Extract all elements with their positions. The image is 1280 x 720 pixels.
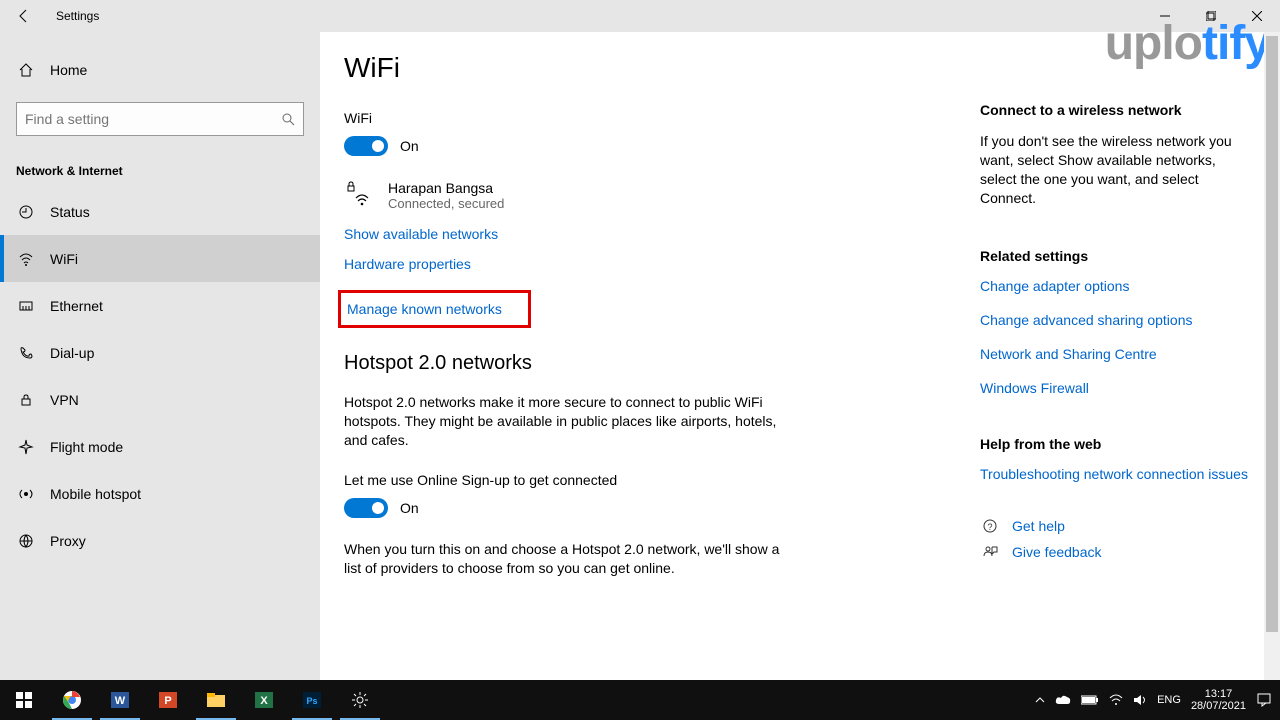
sidebar-item-label: WiFi [50,251,78,267]
sidebar-item-label: VPN [50,392,79,408]
link-windows-firewall[interactable]: Windows Firewall [980,380,1254,396]
online-signup-toggle[interactable] [344,498,388,518]
link-sharing-options[interactable]: Change advanced sharing options [980,312,1254,328]
sidebar-item-label: Dial-up [50,345,94,361]
get-help-row[interactable]: ? Get help [980,518,1254,534]
link-hardware-properties[interactable]: Hardware properties [344,256,980,272]
wifi-label: WiFi [344,110,980,126]
connect-heading: Connect to a wireless network [980,102,1254,118]
online-signup-label: Let me use Online Sign-up to get connect… [344,472,980,488]
connected-network[interactable]: Harapan Bangsa Connected, secured [344,178,980,212]
sidebar-item-vpn[interactable]: VPN [0,376,320,423]
link-manage-known-networks[interactable]: Manage known networks [338,290,531,328]
ethernet-icon [16,298,36,314]
sidebar: Home Network & Internet Status WiFi Ethe… [0,32,320,680]
tray-battery-icon[interactable] [1081,695,1099,705]
feedback-icon [980,544,1000,560]
give-feedback-label: Give feedback [1012,544,1102,560]
search-field[interactable] [25,111,281,127]
taskbar: W P X Ps ENG 13:17 28/07/2021 [0,680,1280,720]
help-icon: ? [980,518,1000,534]
link-show-networks[interactable]: Show available networks [344,226,980,242]
taskbar-excel[interactable]: X [240,680,288,720]
svg-text:X: X [260,695,268,707]
taskbar-explorer[interactable] [192,680,240,720]
sidebar-item-status[interactable]: Status [0,188,320,235]
svg-text:W: W [115,695,126,707]
page-title: WiFi [344,52,980,84]
get-help-label: Get help [1012,518,1065,534]
status-icon [16,204,36,220]
sidebar-item-flightmode[interactable]: Flight mode [0,423,320,470]
home-icon [16,62,36,78]
scrollbar[interactable] [1264,32,1280,680]
titlebar: Settings [0,0,1280,32]
sidebar-item-label: Proxy [50,533,86,549]
svg-text:?: ? [987,522,992,532]
taskbar-photoshop[interactable]: Ps [288,680,336,720]
right-panel: Connect to a wireless network If you don… [980,32,1270,680]
tray-language[interactable]: ENG [1157,694,1181,706]
link-troubleshoot[interactable]: Troubleshooting network connection issue… [980,466,1254,482]
sidebar-item-ethernet[interactable]: Ethernet [0,282,320,329]
sidebar-item-proxy[interactable]: Proxy [0,517,320,564]
svg-text:P: P [164,695,171,707]
taskbar-chrome[interactable] [48,680,96,720]
wifi-secured-icon [344,178,378,212]
tray-chevron-icon[interactable] [1035,695,1045,705]
tray-volume-icon[interactable] [1133,694,1147,706]
network-status: Connected, secured [388,196,504,211]
give-feedback-row[interactable]: Give feedback [980,544,1254,560]
main-content: WiFi WiFi On Harapan Bangsa Conne [320,32,980,680]
online-signup-description: When you turn this on and choose a Hotsp… [344,540,784,578]
tray-clock[interactable]: 13:17 28/07/2021 [1191,688,1246,712]
start-button[interactable] [0,680,48,720]
airplane-icon [16,439,36,455]
sidebar-item-label: Mobile hotspot [50,486,141,502]
related-heading: Related settings [980,248,1254,264]
tray-notifications-icon[interactable] [1256,692,1272,708]
hotspot-icon [16,486,36,502]
connect-description: If you don't see the wireless network yo… [980,132,1254,208]
tray-wifi-icon[interactable] [1109,694,1123,706]
wifi-toggle-state: On [400,138,419,154]
sidebar-item-label: Flight mode [50,439,123,455]
online-signup-state: On [400,500,419,516]
taskbar-powerpoint[interactable]: P [144,680,192,720]
taskbar-word[interactable]: W [96,680,144,720]
back-button[interactable] [0,0,48,32]
search-input[interactable] [16,102,304,136]
sidebar-item-wifi[interactable]: WiFi [0,235,320,282]
vpn-icon [16,392,36,408]
wifi-icon [16,251,36,267]
window-title: Settings [56,9,99,23]
sidebar-home[interactable]: Home [0,52,320,88]
sidebar-home-label: Home [50,62,87,78]
svg-text:Ps: Ps [306,696,317,706]
help-heading: Help from the web [980,436,1254,452]
search-icon [281,112,295,126]
link-network-center[interactable]: Network and Sharing Centre [980,346,1254,362]
sidebar-item-dialup[interactable]: Dial-up [0,329,320,376]
wifi-toggle[interactable] [344,136,388,156]
proxy-icon [16,533,36,549]
watermark: uplotify [1105,16,1270,71]
link-adapter-options[interactable]: Change adapter options [980,278,1254,294]
dialup-icon [16,345,36,361]
hotspot-description: Hotspot 2.0 networks make it more secure… [344,393,784,450]
sidebar-item-label: Ethernet [50,298,103,314]
tray-onedrive-icon[interactable] [1055,694,1071,706]
network-name: Harapan Bangsa [388,180,504,196]
hotspot-heading: Hotspot 2.0 networks [344,352,980,375]
sidebar-item-hotspot[interactable]: Mobile hotspot [0,470,320,517]
sidebar-item-label: Status [50,204,90,220]
sidebar-category: Network & Internet [0,152,320,188]
taskbar-settings[interactable] [336,680,384,720]
